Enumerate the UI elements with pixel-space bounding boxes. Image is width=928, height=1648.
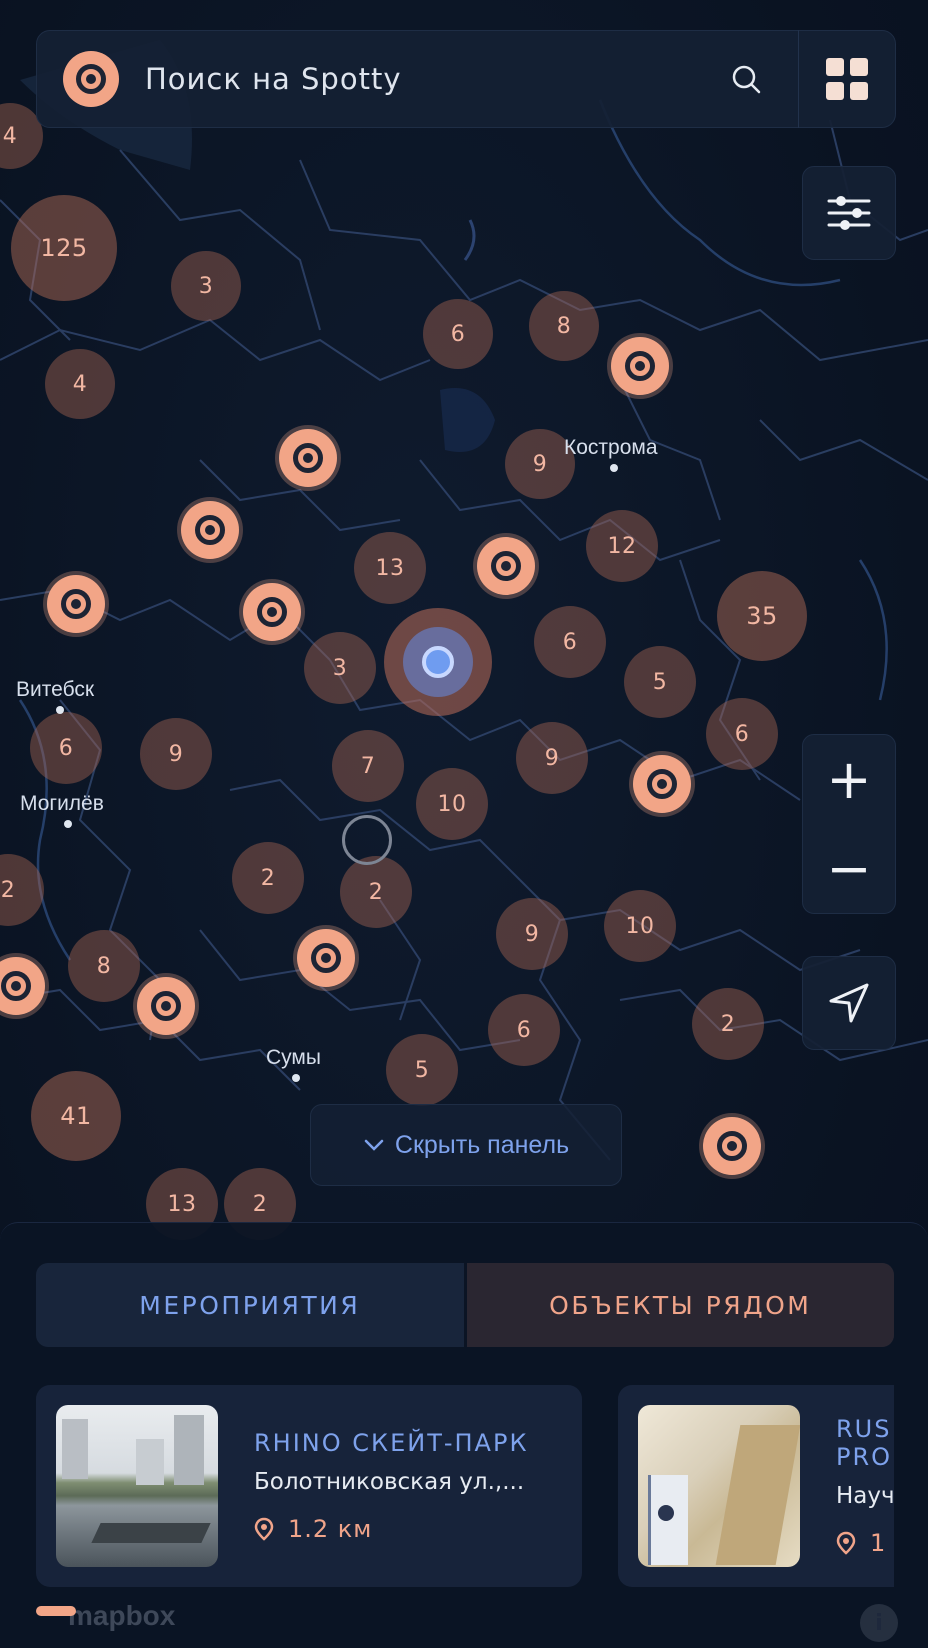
chevron-down-icon: [364, 1139, 384, 1151]
place-photo: [638, 1405, 800, 1567]
zoom-out-button[interactable]: −: [802, 824, 896, 913]
carousel-page-indicator: [36, 1606, 76, 1616]
cluster-marker[interactable]: 41: [31, 1071, 121, 1161]
cluster-marker[interactable]: 3: [304, 632, 376, 704]
place-address: Болотниковская ул.,...: [254, 1469, 525, 1495]
grid-menu-button[interactable]: [799, 30, 895, 128]
grid-menu-icon: [826, 58, 868, 100]
tab-nearby[interactable]: ОБЪЕКТЫ РЯДОМ: [463, 1263, 894, 1347]
zoom-in-button[interactable]: +: [802, 735, 896, 824]
city-dot: [56, 706, 64, 714]
place-distance: 1: [836, 1529, 894, 1557]
spot-marker[interactable]: [633, 755, 691, 813]
hide-panel-label: Скрыть панель: [394, 1130, 570, 1159]
filter-button[interactable]: [802, 166, 896, 260]
places-carousel[interactable]: RHINO СКЕЙТ-ПАРК Болотниковская ул.,... …: [36, 1385, 894, 1591]
cluster-marker[interactable]: 9: [496, 898, 568, 970]
cluster-marker[interactable]: 5: [386, 1034, 458, 1106]
search-placeholder[interactable]: Поиск на Spotty: [145, 62, 716, 96]
spot-marker[interactable]: [47, 575, 105, 633]
place-address: Науч: [836, 1483, 894, 1509]
spot-marker[interactable]: [297, 929, 355, 987]
spot-marker[interactable]: [477, 537, 535, 595]
cluster-marker[interactable]: 35: [717, 571, 807, 661]
cluster-marker[interactable]: 125: [11, 195, 117, 301]
cluster-marker[interactable]: 10: [604, 890, 676, 962]
cluster-marker[interactable]: 6: [488, 994, 560, 1066]
cluster-marker[interactable]: 7: [332, 730, 404, 802]
search-bar[interactable]: Поиск на Spotty: [36, 30, 896, 128]
selection-ring: [342, 815, 392, 865]
cluster-marker[interactable]: 12: [586, 510, 658, 582]
location-pin-icon: [254, 1517, 274, 1541]
cluster-marker[interactable]: 6: [30, 712, 102, 784]
cluster-marker[interactable]: 2: [232, 842, 304, 914]
spot-marker[interactable]: [279, 429, 337, 487]
spot-marker[interactable]: [181, 501, 239, 559]
city-dot: [610, 464, 618, 472]
city-label: Кострома: [564, 436, 658, 459]
place-title-line2: PRO: [836, 1443, 893, 1471]
city-label: Сумы: [266, 1046, 321, 1069]
spot-marker[interactable]: [703, 1117, 761, 1175]
cluster-marker[interactable]: 2: [692, 988, 764, 1060]
panel-tabs: МЕРОПРИЯТИЯ ОБЪЕКТЫ РЯДОМ: [36, 1263, 894, 1347]
cluster-marker[interactable]: 5: [624, 646, 696, 718]
cluster-marker[interactable]: 6: [706, 698, 778, 770]
cluster-marker[interactable]: 2: [340, 856, 412, 928]
sliders-icon: [827, 196, 871, 230]
spot-marker[interactable]: [611, 337, 669, 395]
cluster-marker[interactable]: 6: [534, 606, 606, 678]
city-label: Могилёв: [20, 792, 104, 815]
cluster-marker[interactable]: 6: [423, 299, 493, 369]
spot-marker[interactable]: [243, 583, 301, 641]
navigation-arrow-icon: [829, 983, 869, 1023]
tab-events[interactable]: МЕРОПРИЯТИЯ: [36, 1263, 464, 1347]
city-label: Витебск: [16, 678, 95, 701]
bottom-panel: МЕРОПРИЯТИЯ ОБЪЕКТЫ РЯДОМ RHINO СКЕЙТ-ПА…: [0, 1222, 928, 1648]
zoom-controls: + −: [802, 734, 896, 914]
cluster-marker[interactable]: 13: [354, 532, 426, 604]
cluster-marker[interactable]: 9: [140, 718, 212, 790]
cluster-marker[interactable]: 4: [45, 349, 115, 419]
user-location-marker: [384, 608, 492, 716]
place-photo: [56, 1405, 218, 1567]
info-icon[interactable]: i: [860, 1604, 898, 1642]
cluster-marker[interactable]: 8: [68, 930, 140, 1002]
cluster-marker[interactable]: 3: [171, 251, 241, 321]
cluster-marker[interactable]: 8: [529, 291, 599, 361]
place-distance-value: 1.2 км: [288, 1515, 373, 1543]
place-distance: 1.2 км: [254, 1515, 528, 1543]
cluster-marker[interactable]: 10: [416, 768, 488, 840]
cluster-marker[interactable]: 9: [516, 722, 588, 794]
spot-marker[interactable]: [137, 977, 195, 1035]
spotty-logo-icon: [63, 51, 119, 107]
search-icon[interactable]: [716, 49, 776, 109]
place-card[interactable]: RUS PRO Науч 1: [618, 1385, 894, 1587]
locate-button[interactable]: [802, 956, 896, 1050]
place-title: RHINO СКЕЙТ-ПАРК: [254, 1429, 529, 1457]
mapbox-attribution[interactable]: mapbox: [18, 1600, 175, 1632]
place-distance-value: 1: [870, 1529, 887, 1557]
place-card[interactable]: RHINO СКЕЙТ-ПАРК Болотниковская ул.,... …: [36, 1385, 582, 1587]
city-dot: [64, 820, 72, 828]
hide-panel-button[interactable]: Скрыть панель: [310, 1104, 622, 1186]
location-pin-icon: [836, 1531, 856, 1555]
city-dot: [292, 1074, 300, 1082]
place-title: RUS: [836, 1415, 892, 1443]
